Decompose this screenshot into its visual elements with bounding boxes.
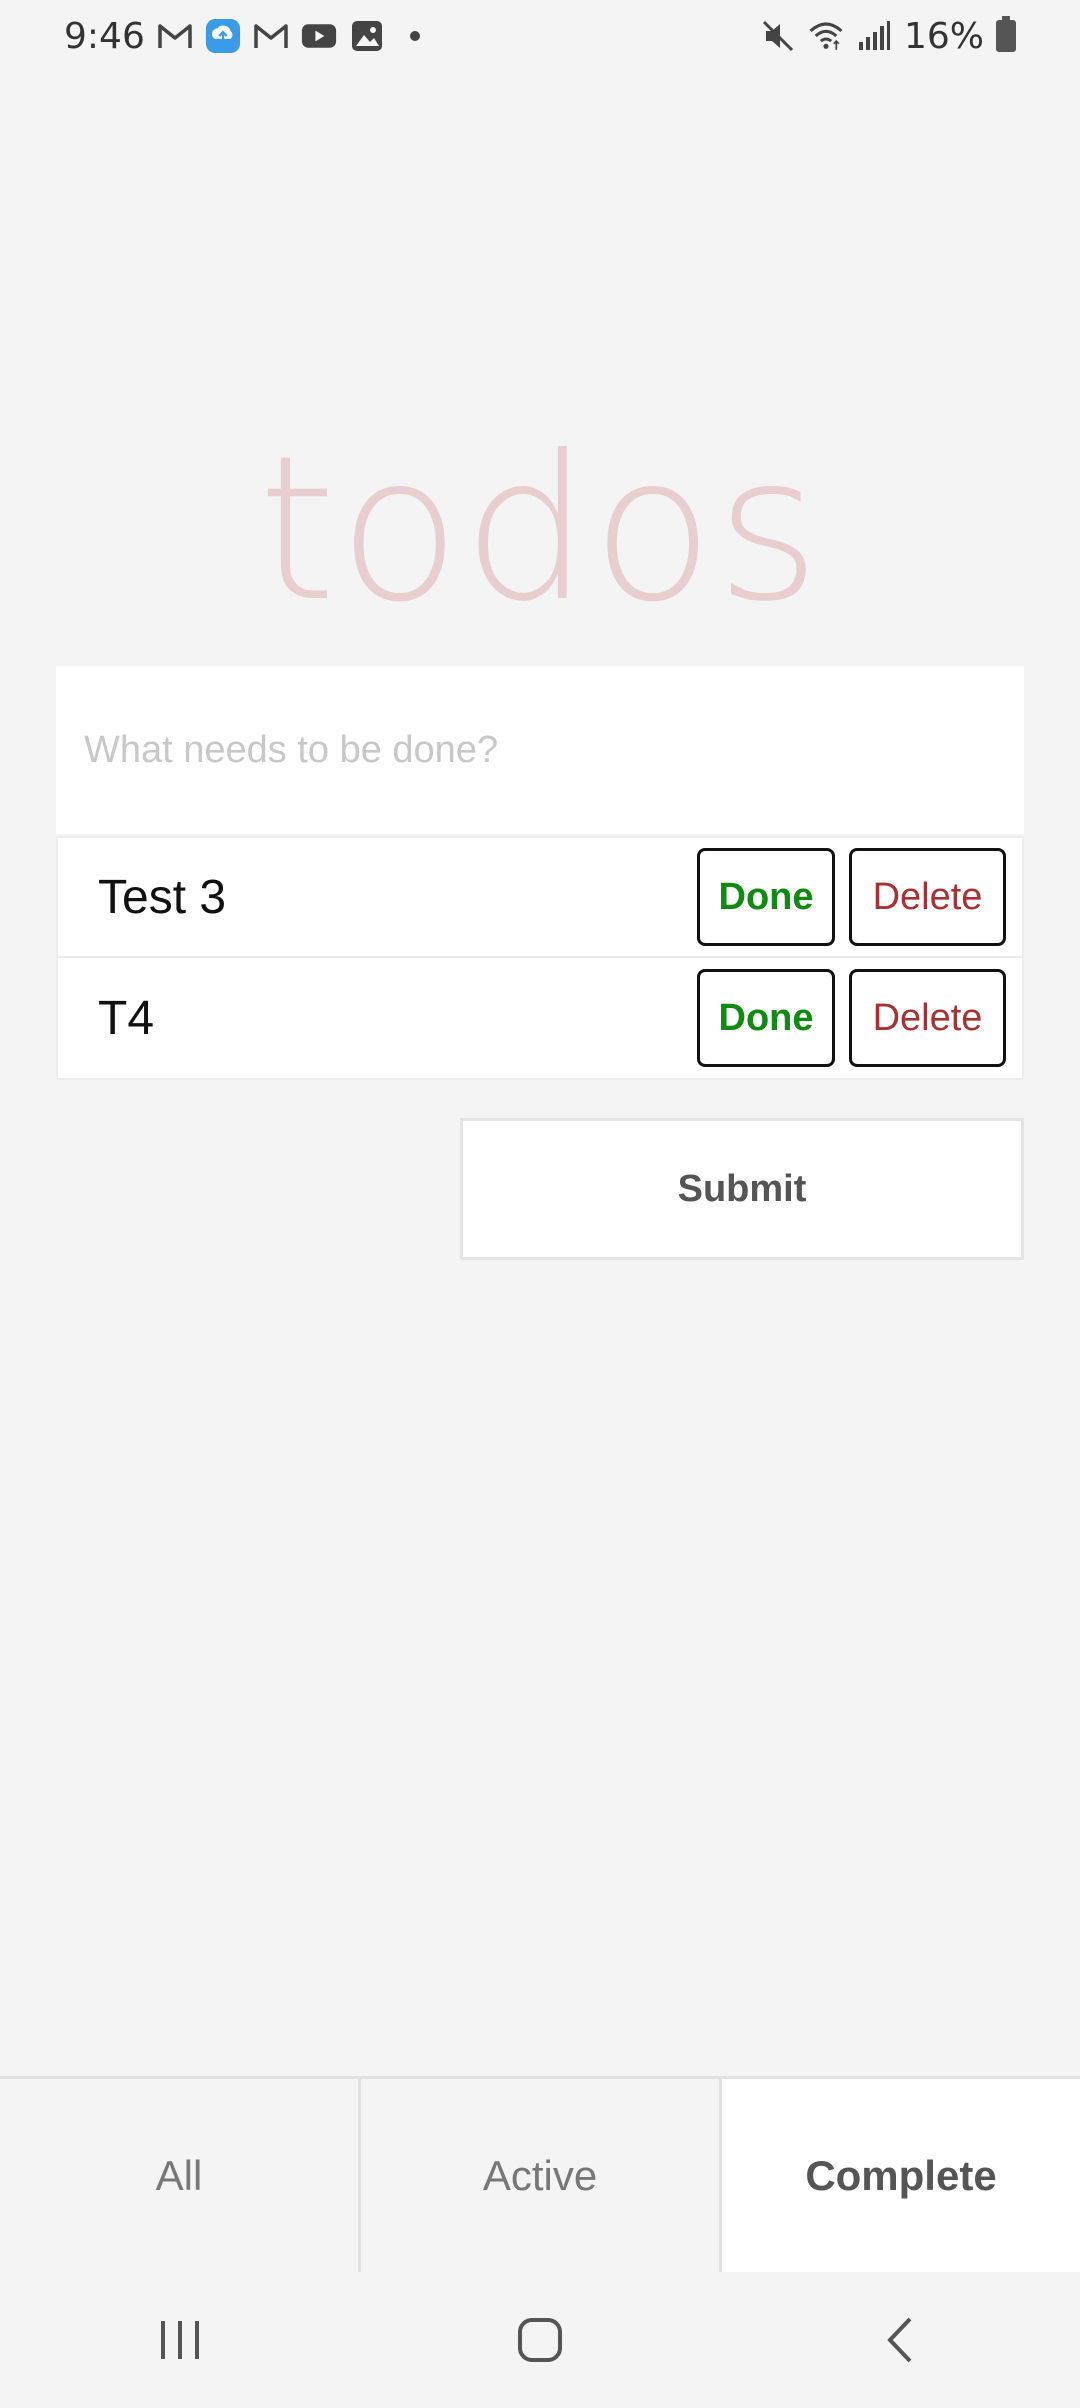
- todo-text: T4: [98, 991, 155, 1045]
- dot-icon: [397, 20, 433, 52]
- app-title: todos: [257, 413, 823, 646]
- back-icon[interactable]: [840, 2300, 960, 2380]
- delete-button[interactable]: Delete: [849, 848, 1006, 946]
- done-button[interactable]: Done: [697, 969, 835, 1067]
- status-right: 16%: [760, 16, 1016, 57]
- cloud-upload-icon: [205, 18, 241, 54]
- battery-icon: [996, 16, 1016, 52]
- battery-percent: 16%: [903, 15, 984, 57]
- gallery-icon: [349, 20, 385, 52]
- system-nav-bar: [0, 2272, 1080, 2408]
- filter-tab-active[interactable]: Active: [361, 2079, 722, 2272]
- youtube-icon: [301, 20, 337, 52]
- home-icon[interactable]: [480, 2300, 600, 2380]
- new-todo-input[interactable]: [56, 666, 1024, 834]
- gmail-icon: [253, 20, 289, 52]
- status-left: 9:46: [64, 16, 433, 57]
- wifi-icon: [808, 20, 844, 52]
- filter-tab-complete[interactable]: Complete: [722, 2079, 1080, 2272]
- todo-item: T4 Done Delete: [56, 958, 1024, 1080]
- submit-button[interactable]: Submit: [460, 1118, 1024, 1260]
- todo-item: Test 3 Done Delete: [56, 836, 1024, 958]
- signal-icon: [856, 20, 892, 52]
- delete-button[interactable]: Delete: [849, 969, 1006, 1067]
- todo-text: Test 3: [98, 870, 227, 924]
- todo-list: Test 3 Done Delete T4 Done Delete: [56, 836, 1024, 1080]
- recent-apps-icon[interactable]: [120, 2300, 240, 2380]
- filter-tab-all[interactable]: All: [0, 2079, 361, 2272]
- gmail-icon: [157, 20, 193, 52]
- filter-tabs: All Active Complete: [0, 2076, 1080, 2272]
- mute-icon: [760, 20, 796, 52]
- done-button[interactable]: Done: [697, 848, 835, 946]
- status-bar: 9:46 16%: [0, 0, 1080, 72]
- status-time: 9:46: [64, 15, 145, 57]
